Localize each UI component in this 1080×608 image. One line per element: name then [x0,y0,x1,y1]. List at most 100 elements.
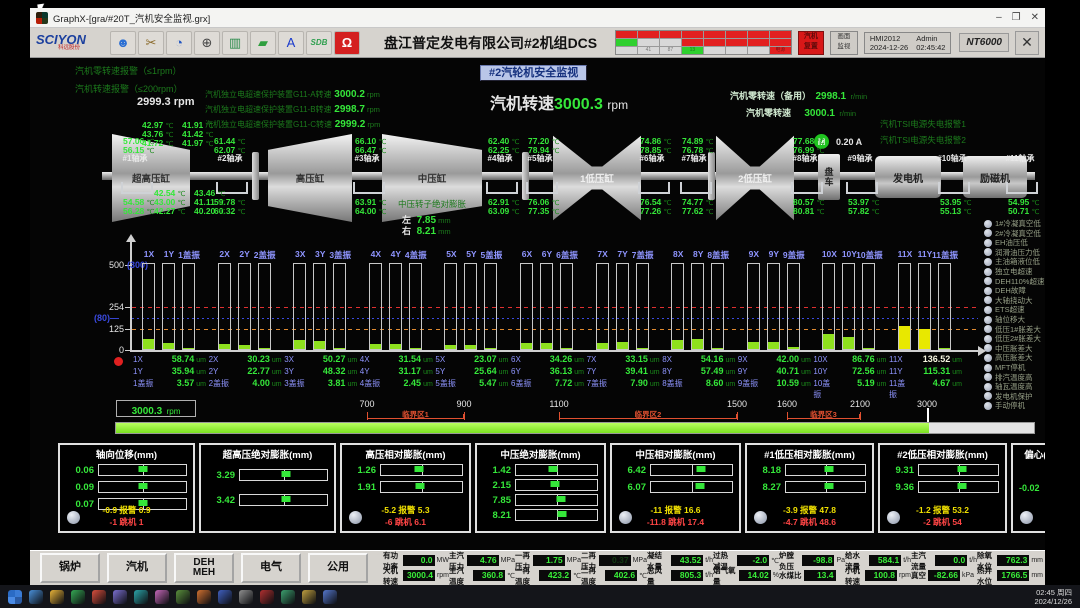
bar-fill [390,344,401,349]
docs-icon[interactable]: ▰ [250,31,276,55]
taskbar-app-icon[interactable] [302,590,316,604]
exit-button[interactable]: ✕ [1015,31,1039,55]
gauge-value: 3.42 [207,495,235,506]
taskbar-app-icon[interactable] [218,590,232,604]
taskbar-app-icon[interactable] [71,590,85,604]
engineering-icon[interactable]: ⊕ [194,31,220,55]
tsi-alarm-1: 汽机TSI电源失电报警1 [880,118,966,130]
network-icon[interactable]: ◔ [166,31,192,55]
gauge-bar [98,464,187,476]
vibration-bar-10X [822,263,835,350]
alarm-matrix-cell[interactable]: 41 [638,47,659,54]
nav-button-电气[interactable]: 电气 [241,553,301,583]
alarm-matrix-cell[interactable] [726,47,747,54]
taskbar-app-icon[interactable] [134,590,148,604]
taskbar-clock[interactable]: 02:45 周四 2024/12/26 [1034,588,1072,606]
bearing-bracket [1006,182,1038,194]
alarm-lamp-dot [984,268,992,276]
bar-fill [863,348,874,349]
close-button[interactable]: ✕ [1031,12,1039,23]
taskbar-app-icon[interactable] [176,590,190,604]
vibration-value-column: 4X31.54um4Y31.17um4盖振2.45um [360,354,433,390]
bearing-temp: 80.81 ℃ [793,206,825,216]
vibration-value-row: 2X30.23um [209,354,282,366]
footer-stats: 有功功率0.0MW主汽压力4.76MPa一再压力1.75MPa二再压力0.37M… [383,553,1043,583]
alarm-matrix-cell[interactable] [616,47,637,54]
taskbar-app-icon[interactable] [239,590,253,604]
alarm-matrix-cell[interactable] [748,31,769,38]
alarm-matrix-cell[interactable] [660,39,681,46]
nav-button-DEHMEH[interactable]: DEH MEH [174,553,234,583]
panel-超高压绝对膨胀(mm): 超高压绝对膨胀(mm)3.293.42 [199,443,336,533]
bar-fill [541,343,552,349]
alarm-bell-icon[interactable]: Ω [334,31,360,55]
taskbar-app-icon[interactable] [260,590,274,604]
speed-tick-label-1100: 1100 [543,399,575,409]
alarm-matrix-cell[interactable] [748,47,769,54]
font-icon[interactable]: A [278,31,304,55]
vibration-value-row: 2Y22.77um [209,366,282,378]
alarm-lamp-dot [984,316,992,324]
gauge-row: 1.91 [342,481,469,493]
taskbar-app-icon[interactable] [197,590,211,604]
alarm-matrix-cell[interactable] [638,31,659,38]
taskbar-app-icon[interactable] [50,590,64,604]
alarm-matrix-cell[interactable] [682,39,703,46]
users-icon[interactable]: ☻ [110,31,136,55]
alarm-matrix-cell[interactable] [682,31,703,38]
bar-fill [692,339,703,349]
alarm-matrix-cell[interactable] [638,39,659,46]
gauge-stack: 1.422.157.858.21 [477,464,604,521]
display-icon[interactable]: ▥ [222,31,248,55]
taskbar-app-icon[interactable] [92,590,106,604]
alarm-matrix-cell[interactable] [616,31,637,38]
nav-button-锅炉[interactable]: 锅炉 [40,553,100,583]
nt6000-logo: NT6000 [959,33,1009,52]
vibration-bar-8盖振 [711,263,724,350]
view-mode-box[interactable]: 画面 监视 [830,31,858,55]
vibration-bar-8Y [691,263,704,350]
alarm-matrix-cell[interactable] [726,39,747,46]
taskbar-app-icon[interactable] [323,590,337,604]
tools-icon[interactable]: ✂ [138,31,164,55]
taskbar-app-icon[interactable] [155,590,169,604]
alarm-matrix-cell[interactable] [660,31,681,38]
alarm-matrix-cell[interactable] [616,39,637,46]
alarm-matrix-cell[interactable] [704,39,725,46]
start-button[interactable] [8,590,22,604]
gauge-marker [550,481,559,487]
alarm-matrix-cell[interactable]: 电源 [770,47,791,54]
sdb-icon[interactable]: SDB [306,31,332,55]
gauge-value: 9.31 [886,465,914,476]
alarm-matrix-cell[interactable]: 13 [682,47,703,54]
vibration-value-row: 7X33.15um [587,354,660,366]
taskbar-app-icon[interactable] [29,590,43,604]
alarm-matrix-cell[interactable] [770,31,791,38]
maximize-button[interactable]: ❐ [1012,12,1021,23]
panel-中压相对膨胀(mm): 中压相对膨胀(mm)6.426.07-11 报警 16.6-11.8 跳机 17… [610,443,741,533]
taskbar-app-icon[interactable] [113,590,127,604]
nav-button-公用[interactable]: 公用 [308,553,368,583]
alarm-matrix-cell[interactable] [748,39,769,46]
alarm-matrix-cell[interactable]: 87 [660,47,681,54]
vibration-bar-10Y [842,263,855,350]
nav-button-汽机[interactable]: 汽机 [107,553,167,583]
turbine-reset-button[interactable]: 汽机 复置 [798,31,824,55]
vibration-bar-3Y [313,263,326,350]
vibration-bar-8X [671,263,684,350]
vibration-bar-1Y [162,263,175,350]
gauge-bar [515,464,598,476]
minimize-button[interactable]: – [996,12,1002,23]
alarm-matrix-cell[interactable] [704,31,725,38]
alarm-matrix-cell[interactable] [704,47,725,54]
alarm-matrix-cell[interactable] [726,31,747,38]
gauge-value: 0.09 [66,482,94,493]
bar-fill [521,343,532,349]
gauge-value: 7.85 [483,495,511,506]
alarm-lamp-dot [984,277,992,285]
taskbar-app-icon[interactable] [281,590,295,604]
speed-scale-readout: 3000.3 rpm [116,400,196,417]
vibration-bar-4X [369,263,382,350]
gauge-bar [380,464,463,476]
alarm-matrix-cell[interactable] [770,39,791,46]
